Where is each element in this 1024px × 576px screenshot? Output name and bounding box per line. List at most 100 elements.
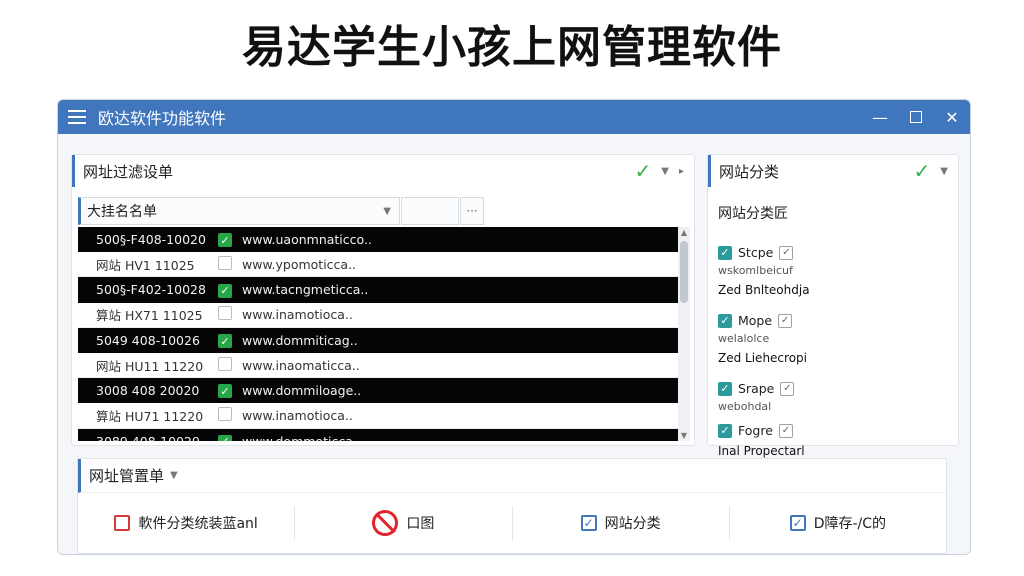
table-row[interactable]: 5049 408-10026 ✓ www.dommiticag..: [78, 327, 678, 353]
table-row[interactable]: 3008 408 20020 ✓ www.dommiloage..: [78, 378, 678, 404]
row-id: 网站 HV1 11025: [96, 257, 195, 273]
table-row[interactable]: 500§-F402-10028 ✓ www.tacngmeticca..: [78, 277, 678, 303]
checked-checkbox-icon[interactable]: ✓: [218, 233, 232, 248]
manage-option-label: D障存-/C的: [813, 516, 887, 532]
scroll-thumb[interactable]: [680, 241, 688, 303]
manage-option[interactable]: ✓ D障存-/C的: [730, 506, 946, 540]
category-name: Srape: [738, 381, 775, 396]
manage-option-label: 网站分类: [604, 516, 661, 532]
manage-panel-header: 网址管置单 ▼: [78, 459, 946, 493]
table-row[interactable]: 算站 HX71 11025 www.inamotioca..: [78, 302, 678, 328]
row-checkbox-cell: [218, 406, 238, 424]
chevron-down-icon[interactable]: ▼: [170, 470, 178, 481]
checked-checkbox-icon[interactable]: ✓: [218, 334, 232, 349]
unchecked-checkbox-icon[interactable]: [218, 406, 232, 421]
row-url: www.dommiloage..: [242, 383, 362, 399]
scroll-down-icon[interactable]: ▼: [678, 431, 690, 440]
category-panel: 网站分类 ✓ ▼ 网站分类匠 ✓ Stcpe ✓ wskomlbeicuf Zed Bn…: [707, 154, 959, 458]
row-id: 5049 408-10026: [96, 332, 200, 348]
checked-checkbox-icon[interactable]: ✓: [218, 283, 232, 298]
manage-option[interactable]: ✓ 网站分类: [513, 506, 730, 540]
dropdown-caret-icon[interactable]: ▼: [661, 166, 669, 177]
filter-panel-header: 网址过滤设单 ✓ ▼ ▸: [72, 155, 694, 187]
category-list: ✓ Stcpe ✓ wskomlbeicuf Zed Bnlteohdja ✓ Mope ✓ w…: [708, 245, 958, 458]
chevron-down-icon: ▼: [383, 205, 391, 217]
checked-checkbox-icon[interactable]: ✓: [718, 245, 732, 260]
row-checkbox-cell: ✓: [218, 383, 238, 399]
manage-option[interactable]: 軟件分类统装蓝anl: [78, 506, 296, 540]
no-entry-icon: [372, 510, 399, 536]
category-line: ✓ Fogre ✓: [718, 423, 958, 438]
checkbox-icon[interactable]: ✓: [780, 381, 795, 396]
red-checkbox-icon[interactable]: [114, 515, 131, 531]
checked-checkbox-icon[interactable]: ✓: [718, 423, 732, 438]
confirm-check-icon[interactable]: ✓: [914, 159, 931, 183]
close-button[interactable]: ✕: [934, 100, 970, 134]
checkbox-icon[interactable]: ✓: [779, 245, 794, 260]
category-subtitle: 网站分类匠: [718, 206, 788, 222]
expand-arrow-icon[interactable]: ▸: [679, 166, 684, 177]
category-item: ✓ Stcpe ✓ wskomlbeicuf Zed Bnlteohdja: [718, 245, 958, 297]
category-desc: webohdal: [718, 400, 772, 413]
minimize-button[interactable]: —: [862, 100, 898, 134]
row-url: www.tacngmeticca..: [242, 282, 369, 298]
checked-checkbox-icon[interactable]: ✓: [718, 313, 732, 328]
checkbox-icon[interactable]: ✓: [778, 423, 793, 438]
page-headline: 易达学生小孩上网管理软件: [242, 22, 782, 73]
row-checkbox-cell: [218, 306, 238, 323]
checked-checkbox-icon[interactable]: ✓: [718, 381, 732, 396]
table-row[interactable]: 网站 HU11 11220 www.inaomaticca..: [78, 352, 678, 379]
checked-checkbox-icon[interactable]: ✓: [218, 434, 232, 441]
table-row[interactable]: 500§-F408-10020 ✓ www.uaonmnaticco..: [78, 227, 678, 253]
category-item: ✓ Mope ✓ welalolce Zed Liehecropi: [718, 313, 958, 365]
menu-icon[interactable]: [68, 110, 86, 124]
category-name: Fogre: [738, 423, 773, 438]
category-desc: wskomlbeicuf: [718, 264, 793, 277]
more-options-button[interactable]: ···: [460, 197, 484, 225]
row-id: 500§-F402-10028: [96, 282, 206, 298]
table-row[interactable]: 网站 HV1 11025 www.ypomoticca..: [78, 252, 678, 278]
category-desc: welalolce: [718, 332, 770, 345]
window-title: 欧达软件功能软件: [98, 109, 227, 128]
row-url: www.inamotioca..: [242, 307, 353, 323]
filter-panel-title: 网址过滤设单: [83, 162, 174, 181]
manage-panel: 网址管置单 ▼ 軟件分类统装蓝anl 口图 ✓ 网站分类 ✓ D障存-/C的: [77, 458, 947, 554]
maximize-button[interactable]: [898, 100, 934, 134]
category-line: ✓ Mope ✓: [718, 313, 958, 328]
table-row[interactable]: 算站 HU71 11220 www.inamotioca..: [78, 403, 678, 429]
manage-option[interactable]: 口图: [295, 506, 513, 540]
list-selector-row: 大挂名名单 ▼ ···: [78, 197, 688, 225]
list-scrollbar[interactable]: ▲ ▼: [678, 227, 690, 441]
unchecked-checkbox-icon[interactable]: [218, 306, 232, 321]
row-url: www.ypomoticca..: [242, 256, 357, 272]
unchecked-checkbox-icon[interactable]: [218, 356, 232, 371]
unchecked-checkbox-icon[interactable]: [218, 255, 232, 270]
checkbox-icon[interactable]: ✓: [778, 313, 793, 328]
filter-field[interactable]: [401, 197, 459, 225]
row-url: www.inamotioca..: [242, 407, 353, 423]
category-line: ✓ Stcpe ✓: [718, 245, 958, 260]
blue-checkbox-icon[interactable]: ✓: [580, 515, 597, 531]
scroll-up-icon[interactable]: ▲: [678, 228, 690, 237]
table-row[interactable]: 3089 408-10029✓ www.dommoticca..: [78, 428, 678, 441]
row-url: www.dommoticca..: [238, 434, 361, 441]
row-url: www.inaomaticca..: [242, 357, 360, 373]
row-checkbox-cell: ✓: [218, 333, 238, 349]
confirm-check-icon[interactable]: ✓: [635, 159, 652, 183]
dropdown-caret-icon[interactable]: ▼: [940, 166, 948, 177]
row-url: www.dommiticag..: [242, 332, 358, 348]
row-id: 3008 408 20020: [96, 383, 200, 399]
category-detail: Zed Liehecropi: [718, 351, 807, 365]
row-checkbox-cell: [218, 356, 238, 374]
category-item: ✓ Srape ✓ webohdal: [718, 381, 958, 413]
category-panel-title: 网站分类: [719, 162, 780, 181]
list-type-label: 大挂名名单: [87, 204, 157, 220]
list-type-select[interactable]: 大挂名名单 ▼: [78, 197, 400, 225]
row-id: 网站 HU11 11220: [96, 358, 204, 374]
row-id: 500§-F408-10020: [96, 232, 206, 248]
filter-panel: 网址过滤设单 ✓ ▼ ▸ 大挂名名单 ▼ ··· 500§-F408-10020…: [71, 154, 695, 446]
checked-checkbox-icon[interactable]: ✓: [218, 384, 232, 399]
category-line: ✓ Srape ✓: [718, 381, 958, 396]
row-checkbox-cell: ✓: [218, 232, 238, 248]
blue-checkbox-icon[interactable]: ✓: [789, 515, 806, 531]
